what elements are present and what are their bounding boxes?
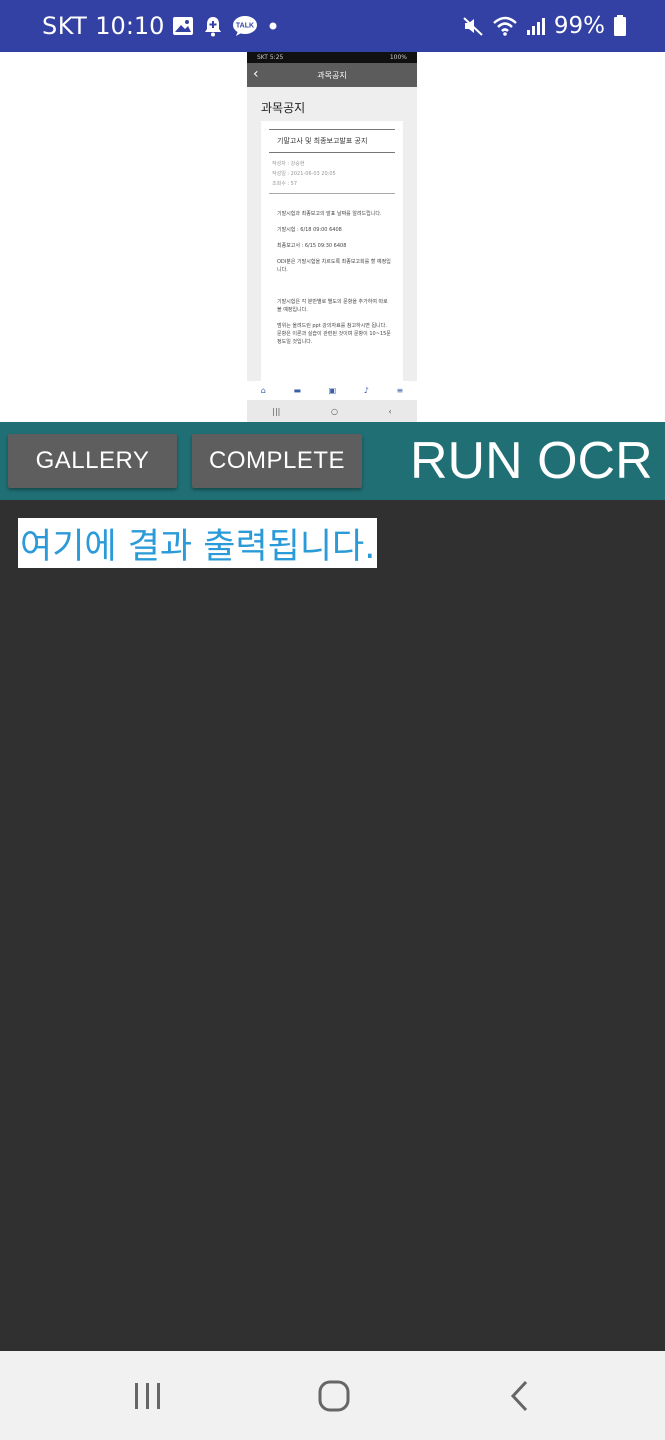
preview-status-bar: SKT 5:25 100%	[247, 52, 417, 63]
signal-icon	[526, 16, 546, 36]
system-nav-bar	[0, 1351, 665, 1440]
battery-icon	[613, 15, 627, 37]
ocr-result-text: 여기에 결과 출력됩니다.	[18, 518, 378, 568]
recent-apps-icon[interactable]	[108, 1351, 188, 1440]
gallery-button[interactable]: GALLERY	[8, 434, 177, 488]
status-bar: SKT 10:10 TALK 99%	[0, 0, 665, 52]
complete-button[interactable]: COMPLETE	[192, 434, 362, 488]
talk-badge: TALK	[236, 23, 254, 30]
preview-meta-author: 작성자 : 강승현	[272, 161, 305, 167]
preview-bookmark-icon: ▣	[328, 386, 337, 395]
preview-screenshot: SKT 5:25 100% ‹ 과목공지 과목공지 기말고사 및 최종보고발표 …	[247, 52, 417, 422]
preview-paragraph: 범위는 올려드린 ppt 강의자료를 참고하시면 됩니다. 문항은 이론과 실습…	[277, 323, 391, 345]
talk-icon: TALK	[232, 15, 258, 37]
preview-notice-card: 기말고사 및 최종보고발표 공지 작성자 : 강승현 작성일 : 2021-06…	[261, 121, 403, 383]
notification-icon	[202, 15, 224, 37]
preview-paragraph: 기말시험은 각 분반별로 별도의 문항을 추가하여 따로 볼 예정입니다.	[277, 299, 388, 313]
preview-divider	[269, 193, 395, 194]
mute-icon	[462, 15, 484, 37]
preview-meta-date: 작성일 : 2021-06-03 20:05	[272, 171, 336, 177]
preview-meta-views: 조회수 : 57	[272, 181, 298, 187]
preview-page-title: 과목공지	[261, 101, 306, 115]
preview-recent-icon: |||	[272, 406, 281, 416]
preview-paragraph: ODI분은 기말시험을 치르도록 최종보고회를 할 예정입니다.	[277, 259, 391, 273]
preview-home-nav-icon: ○	[330, 406, 338, 416]
preview-header-title: 과목공지	[317, 70, 347, 80]
preview-paragraph: 기말시험과 최종보고의 발표 날짜를 알려드립니다.	[277, 211, 382, 217]
clock: 10:10	[95, 12, 165, 40]
gallery-icon	[172, 16, 194, 36]
carrier-label: SKT	[42, 12, 88, 40]
preview-tab-bar: ⌂ ▬ ▣ ♪ ≡	[247, 381, 417, 400]
preview-nav-bar: ||| ○ ‹	[247, 400, 417, 422]
preview-back-nav-icon: ‹	[388, 406, 392, 416]
dot-icon	[266, 19, 280, 33]
preview-bell-icon: ♪	[363, 386, 369, 395]
preview-paragraph: 최종보고서 : 6/15 09:30 6408	[277, 243, 347, 249]
preview-status-right: 100%	[389, 54, 407, 61]
preview-card-title: 기말고사 및 최종보고발표 공지	[269, 129, 395, 153]
preview-paragraph: 기말시험 : 6/18 09:00 6408	[277, 227, 342, 233]
status-left: SKT 10:10 TALK	[42, 0, 280, 52]
wifi-icon	[492, 15, 518, 37]
battery-percent: 99%	[553, 13, 605, 39]
action-toolbar: GALLERY COMPLETE RUN OCR	[0, 422, 665, 500]
preview-meta: 작성자 : 강승현 작성일 : 2021-06-03 20:05 조회수 : 5…	[272, 159, 403, 189]
home-icon[interactable]	[294, 1351, 374, 1440]
preview-back-icon: ‹	[253, 66, 259, 82]
preview-header: ‹ 과목공지	[247, 63, 417, 87]
preview-home-icon: ⌂	[260, 386, 266, 395]
preview-body: 과목공지 기말고사 및 최종보고발표 공지 작성자 : 강승현 작성일 : 20…	[247, 87, 417, 383]
preview-board-icon: ▬	[293, 386, 302, 395]
run-ocr-button[interactable]: RUN OCR	[410, 422, 653, 500]
image-preview: SKT 5:25 100% ‹ 과목공지 과목공지 기말고사 및 최종보고발표 …	[0, 52, 665, 422]
preview-menu-icon: ≡	[396, 386, 404, 395]
preview-notice-text: 기말시험과 최종보고의 발표 날짜를 알려드립니다. 기말시험 : 6/18 0…	[277, 210, 393, 346]
back-icon[interactable]	[480, 1351, 560, 1440]
status-right: 99%	[462, 0, 627, 52]
preview-status-left: SKT 5:25	[257, 54, 284, 61]
